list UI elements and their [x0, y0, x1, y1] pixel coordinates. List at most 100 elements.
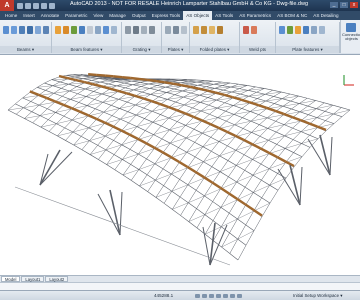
model-space-viewport[interactable] [0, 55, 360, 275]
lattice-chord [121, 144, 131, 150]
close-button[interactable]: x [350, 2, 358, 8]
lattice-chord [177, 121, 186, 126]
lattice-diagonal [217, 114, 235, 118]
beam-icon[interactable] [3, 26, 9, 34]
grid-icon[interactable] [202, 294, 207, 298]
lattice-rib [216, 102, 225, 109]
lattice-diagonal [40, 123, 57, 128]
lattice-chord [218, 141, 228, 147]
weld-pts-group-label[interactable]: Weld pts [240, 46, 275, 53]
lattice-rib [90, 76, 98, 78]
tab-manage[interactable]: Manage [106, 11, 129, 20]
lattice-chord [78, 102, 88, 106]
redo-icon[interactable] [49, 2, 55, 9]
polar-icon[interactable] [216, 294, 221, 298]
grating-icon[interactable] [125, 26, 131, 34]
minimize-button[interactable]: _ [330, 2, 338, 8]
plate-chamfer-icon[interactable] [319, 26, 325, 34]
shorten-icon[interactable] [55, 26, 61, 34]
lattice-rib [126, 96, 135, 103]
weld-point-icon[interactable] [243, 26, 249, 34]
open-icon[interactable] [25, 2, 31, 9]
contour-icon[interactable] [87, 26, 93, 34]
tab-as-tools[interactable]: AS Tools [212, 11, 236, 20]
tab-insert[interactable]: Insert [20, 11, 38, 20]
tab-as-bom-nc[interactable]: AS BOM & NC [274, 11, 310, 20]
weld-line-icon[interactable] [251, 26, 257, 34]
grating-group-label[interactable]: Grating ▾ [122, 46, 161, 53]
plate-contour-icon[interactable] [279, 26, 285, 34]
plate-corner-icon[interactable] [287, 26, 293, 34]
new-icon[interactable] [17, 2, 23, 9]
cope-icon[interactable] [79, 26, 85, 34]
conical-plate-icon[interactable] [209, 26, 215, 34]
grating-variable-icon[interactable] [149, 26, 155, 34]
cut-icon[interactable] [63, 26, 69, 34]
application-menu-button[interactable]: A [0, 0, 14, 11]
otrack-icon[interactable] [230, 294, 235, 298]
folded-beam-icon[interactable] [35, 26, 41, 34]
beams-group-label[interactable]: Beams ▾ [0, 46, 51, 53]
maximize-button[interactable]: □ [340, 2, 348, 8]
save-icon[interactable] [33, 2, 39, 9]
snap-icon[interactable] [195, 294, 200, 298]
lattice-chord [180, 215, 189, 222]
lattice-chord [230, 86, 240, 89]
command-line[interactable] [0, 282, 360, 290]
lattice-rib [15, 97, 23, 105]
timber-arch [45, 96, 56, 103]
lattice-chord [257, 98, 266, 102]
ortho-icon[interactable] [209, 294, 214, 298]
lattice-diagonal [233, 103, 250, 106]
lattice-diagonal [106, 159, 123, 165]
grating-plate-icon[interactable] [141, 26, 147, 34]
lattice-chord [248, 95, 258, 99]
plate-features-group-label[interactable]: Plate features ▾ [276, 46, 339, 53]
plate-polyline-icon[interactable] [173, 26, 179, 34]
rotate-icon[interactable] [103, 26, 109, 34]
tab-as-detailing[interactable]: AS Detailing [310, 11, 341, 20]
notch-icon[interactable] [95, 26, 101, 34]
lineweight-icon[interactable] [237, 294, 242, 298]
lattice-chord [170, 142, 179, 148]
lattice-chord [157, 90, 167, 93]
tab-home[interactable]: Home [2, 11, 20, 20]
twisted-plate-icon[interactable] [217, 26, 223, 34]
tab-parametric[interactable]: Parametric [62, 11, 90, 20]
poly-beam-icon[interactable] [19, 26, 25, 34]
plate-weld-prep-icon[interactable] [311, 26, 317, 34]
grating-bar-icon[interactable] [133, 26, 139, 34]
timber-arch [274, 109, 284, 115]
lattice-chord [64, 127, 74, 133]
miter-icon[interactable] [71, 26, 77, 34]
lattice-chord [128, 122, 138, 127]
lattice-rib [179, 184, 189, 198]
tab-view[interactable]: View [90, 11, 106, 20]
tab-annotate[interactable]: Annotate [38, 11, 62, 20]
compound-beam-icon[interactable] [27, 26, 33, 34]
connection-objects-button[interactable]: Connection objects [340, 20, 360, 53]
folded-plate-icon[interactable] [193, 26, 199, 34]
undo-icon[interactable] [41, 2, 47, 9]
tab-as-parametrics[interactable]: AS Parametrics [236, 11, 274, 20]
beam-features-group-label[interactable]: Beam features ▾ [52, 46, 121, 53]
plates-group-label[interactable]: Plates ▾ [162, 46, 189, 53]
plate-shorten-icon[interactable] [295, 26, 301, 34]
unfold-icon[interactable] [201, 26, 207, 34]
plate-split-icon[interactable] [181, 26, 187, 34]
folded-plates-group-label[interactable]: Folded plates ▾ [190, 46, 239, 53]
plate-icon[interactable] [165, 26, 171, 34]
tab-output[interactable]: Output [129, 11, 149, 20]
lattice-chord [207, 97, 217, 101]
osnap-icon[interactable] [223, 294, 228, 298]
tab-express-tools[interactable]: Express Tools [149, 11, 184, 20]
lattice-chord [31, 111, 41, 116]
curved-beam-icon[interactable] [11, 26, 17, 34]
lattice-chord [93, 91, 103, 95]
lattice-chord [282, 98, 291, 102]
plate-hole-icon[interactable] [303, 26, 309, 34]
drill-icon[interactable] [111, 26, 117, 34]
workspace-switcher[interactable]: Initial Setup Workspace ▾ [293, 293, 342, 299]
beam-split-icon[interactable] [43, 26, 49, 34]
tab-as-objects[interactable]: AS Objects [183, 11, 213, 20]
